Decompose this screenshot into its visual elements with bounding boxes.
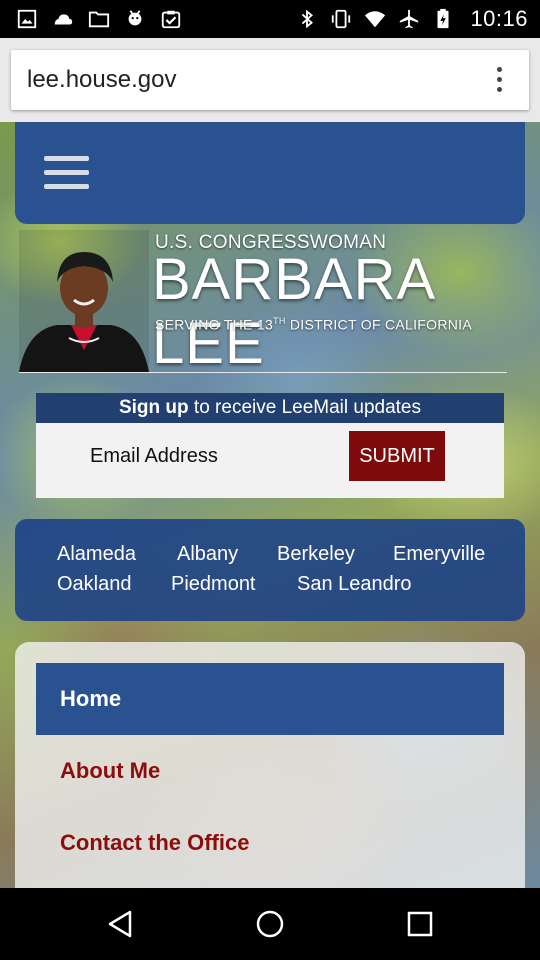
nav-item-home[interactable]: Home <box>36 663 504 735</box>
nav-item-contact-the-office[interactable]: Contact the Office <box>60 830 249 856</box>
banner-district: SERVING THE 13TH DISTRICT OF CALIFORNIA <box>155 316 472 333</box>
bluetooth-icon <box>302 9 314 29</box>
banner-name: BARBARA LEE <box>152 247 433 376</box>
signup-form: Email Address SUBMIT <box>36 423 504 498</box>
system-navigation-bar <box>0 888 540 960</box>
city-link-san-leandro[interactable]: San Leandro <box>297 573 412 596</box>
address-bar[interactable]: lee.house.gov <box>11 50 529 110</box>
recent-apps-icon[interactable] <box>404 908 436 940</box>
back-icon[interactable] <box>104 908 136 940</box>
city-links: Alameda Albany Berkeley Emeryville Oakla… <box>15 519 525 621</box>
hamburger-menu-icon[interactable] <box>44 156 89 194</box>
battery-icon <box>437 8 449 29</box>
nav-item-about-me[interactable]: About Me <box>60 758 160 784</box>
site-menu-bar <box>15 122 525 224</box>
congresswoman-portrait <box>19 230 149 372</box>
cloud-icon <box>54 14 73 25</box>
android-icon <box>128 10 142 26</box>
folder-icon <box>88 11 110 28</box>
city-link-piedmont[interactable]: Piedmont <box>171 573 256 596</box>
city-link-emeryville[interactable]: Emeryville <box>393 543 485 566</box>
web-page: U.S. CONGRESSWOMAN BARBARA LEE SERVING T… <box>0 122 540 888</box>
wifi-icon <box>365 11 386 28</box>
email-field[interactable]: Email Address <box>90 445 218 468</box>
home-icon[interactable] <box>254 908 286 940</box>
clock: 10:16 <box>470 6 528 31</box>
submit-button[interactable]: SUBMIT <box>349 431 445 481</box>
city-link-oakland[interactable]: Oakland <box>57 573 132 596</box>
city-link-albany[interactable]: Albany <box>177 543 238 566</box>
signup-heading: Sign up to receive LeeMail updates <box>36 393 504 423</box>
status-bar: 10:16 <box>0 0 540 38</box>
more-options-icon[interactable] <box>487 67 511 93</box>
divider <box>19 372 507 373</box>
url-text[interactable]: lee.house.gov <box>27 66 176 94</box>
city-link-alameda[interactable]: Alameda <box>57 543 136 566</box>
city-link-berkeley[interactable]: Berkeley <box>277 543 355 566</box>
browser-toolbar: lee.house.gov <box>0 38 540 122</box>
site-banner: U.S. CONGRESSWOMAN BARBARA LEE SERVING T… <box>19 224 509 376</box>
vibrate-icon <box>332 9 351 29</box>
site-navigation: Home About Me Contact the Office <box>15 642 525 888</box>
airplane-icon <box>400 9 419 29</box>
image-icon <box>17 9 37 29</box>
clipboard-check-icon <box>161 10 181 29</box>
